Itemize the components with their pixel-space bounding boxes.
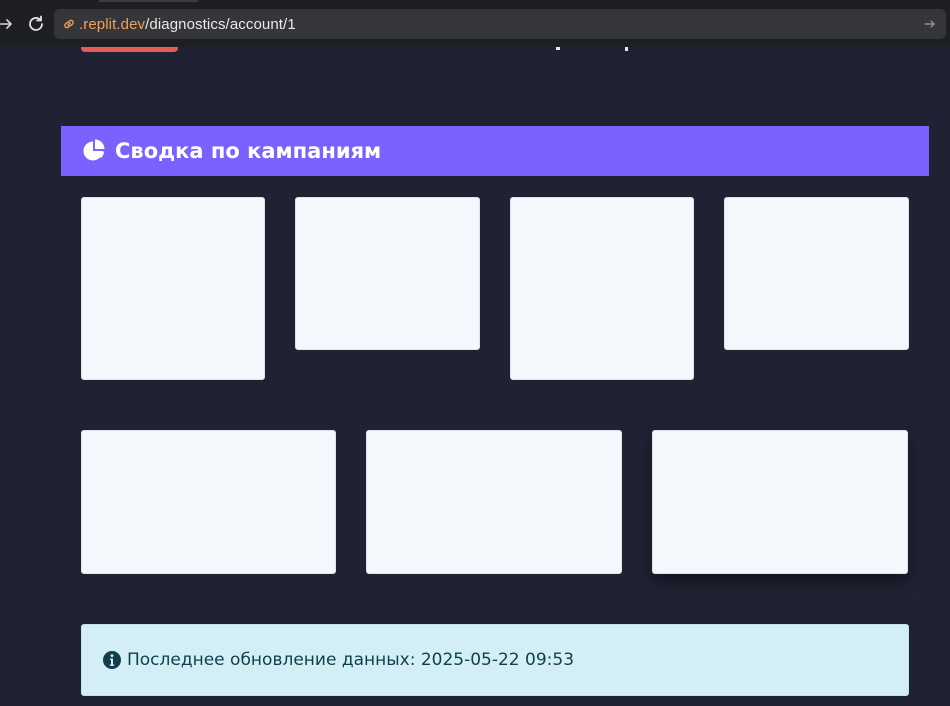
address-bar[interactable]: .replit.dev/diagnostics/account/1 xyxy=(54,9,946,39)
info-circle-icon xyxy=(102,650,122,670)
chart-pie-icon xyxy=(81,138,107,164)
summary-card xyxy=(81,197,265,380)
page-content: Сводка по кампаниям Последнее обновление… xyxy=(0,47,950,706)
top-button-fragment[interactable] xyxy=(81,47,178,52)
summary-card xyxy=(652,430,908,574)
forward-arrow-icon[interactable] xyxy=(0,12,18,36)
summary-card xyxy=(295,197,480,350)
last-update-text: Последнее обновление данных: 2025-05-22 … xyxy=(127,650,575,670)
summary-card xyxy=(366,430,622,574)
url-text: .replit.dev/diagnostics/account/1 xyxy=(79,16,296,33)
clipped-text-fragment xyxy=(625,47,628,51)
campaign-summary-header: Сводка по кампаниям xyxy=(61,126,929,176)
summary-card xyxy=(510,197,694,380)
reload-icon[interactable] xyxy=(24,12,48,36)
url-path: /diagnostics/account/1 xyxy=(145,15,296,33)
summary-card xyxy=(724,197,909,350)
link-icon xyxy=(61,16,77,32)
tab-strip-edge xyxy=(99,0,198,2)
section-title: Сводка по кампаниям xyxy=(115,139,382,163)
url-domain: .replit.dev xyxy=(79,15,146,33)
go-arrow-icon[interactable] xyxy=(922,16,938,32)
info-alert: Последнее обновление данных: 2025-05-22 … xyxy=(81,624,909,696)
summary-card xyxy=(81,430,336,574)
browser-toolbar: .replit.dev/diagnostics/account/1 xyxy=(0,0,950,47)
clipped-text-fragment xyxy=(556,47,560,50)
